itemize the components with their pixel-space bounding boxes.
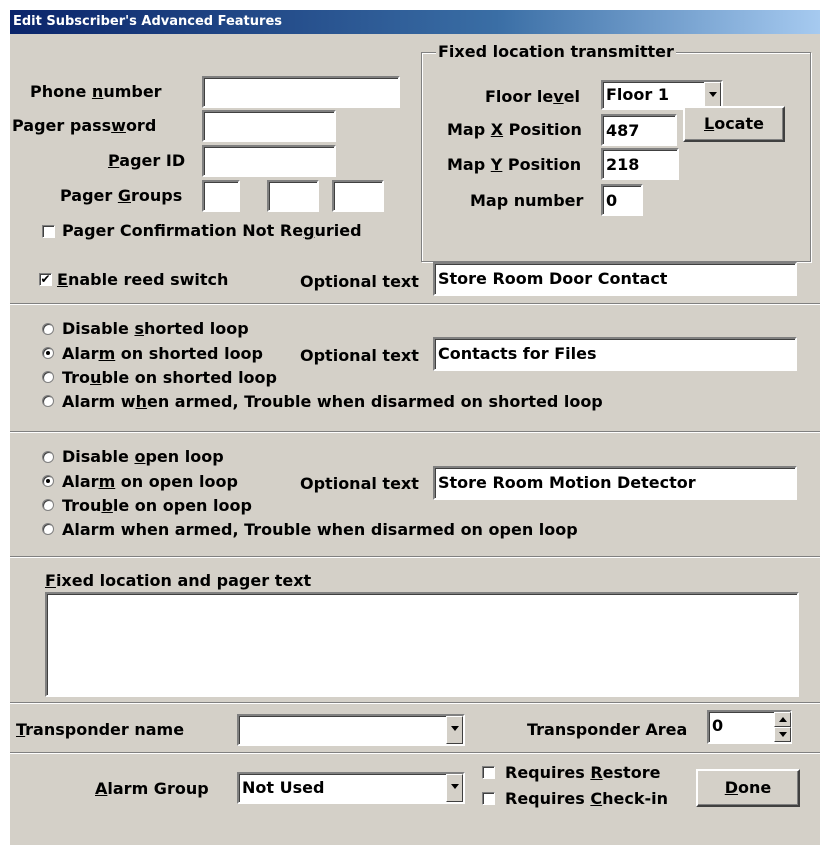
disable-shorted-loop-label: Disable shorted loop bbox=[62, 319, 249, 338]
spin-down-icon[interactable] bbox=[774, 727, 791, 742]
reed-optional-text-input[interactable]: Store Room Door Contact bbox=[433, 262, 797, 296]
separator bbox=[10, 556, 820, 558]
disable-shorted-loop-radio[interactable] bbox=[42, 323, 54, 335]
pager-id-label: Pager ID bbox=[108, 151, 186, 170]
reed-optional-text-label: Optional text bbox=[300, 272, 419, 291]
floor-level-label: Floor level bbox=[485, 87, 580, 106]
pager-password-label: Pager password bbox=[12, 116, 157, 135]
separator bbox=[10, 752, 820, 754]
enable-reed-switch-label: Enable reed switch bbox=[57, 270, 229, 289]
requires-restore-checkbox[interactable] bbox=[482, 766, 495, 779]
transponder-area-label: Transponder Area bbox=[527, 720, 688, 739]
pager-group-2-input[interactable] bbox=[267, 180, 319, 212]
alarm-armed-shorted-loop-label: Alarm when armed, Trouble when disarmed … bbox=[62, 392, 603, 411]
floor-level-dropdown-icon[interactable] bbox=[704, 82, 721, 108]
requires-checkin-label: Requires Check-in bbox=[505, 789, 668, 808]
alarm-shorted-loop-label: Alarm on shorted loop bbox=[62, 344, 263, 363]
phone-number-input[interactable] bbox=[202, 76, 400, 108]
trouble-shorted-loop-radio[interactable] bbox=[42, 371, 54, 383]
alarm-armed-open-loop-label: Alarm when armed, Trouble when disarmed … bbox=[62, 520, 578, 539]
transponder-dropdown-icon[interactable] bbox=[446, 716, 463, 744]
transponder-name-label: Transponder name bbox=[16, 720, 185, 739]
trouble-open-loop-radio[interactable] bbox=[42, 499, 54, 511]
locate-button[interactable]: Locate bbox=[683, 106, 785, 142]
pager-groups-label: Pager Groups bbox=[60, 186, 183, 205]
map-number-input[interactable]: 0 bbox=[601, 184, 643, 216]
alarm-armed-open-loop-radio[interactable] bbox=[42, 523, 54, 535]
checkmark-icon: ✔ bbox=[40, 272, 51, 286]
open-optional-text-label: Optional text bbox=[300, 474, 419, 493]
alarm-open-loop-label: Alarm on open loop bbox=[62, 472, 238, 491]
alarm-group-select[interactable]: Not Used bbox=[237, 772, 465, 804]
pager-password-input[interactable] bbox=[202, 110, 336, 142]
requires-restore-label: Requires Restore bbox=[505, 763, 661, 782]
map-y-input[interactable]: 218 bbox=[601, 148, 679, 180]
separator bbox=[10, 303, 820, 305]
phone-number-label: Phone number bbox=[30, 82, 162, 101]
alarm-group-dropdown-icon[interactable] bbox=[446, 774, 463, 802]
open-optional-text-input[interactable]: Store Room Motion Detector bbox=[433, 466, 797, 500]
pager-confirmation-label: Pager Confirmation Not Reguried bbox=[62, 221, 362, 240]
separator bbox=[10, 702, 820, 704]
requires-checkin-checkbox[interactable] bbox=[482, 792, 495, 805]
alarm-shorted-loop-radio[interactable] bbox=[42, 347, 54, 359]
map-y-label: Map Y Position bbox=[447, 155, 582, 174]
alarm-open-loop-radio[interactable] bbox=[42, 475, 54, 487]
transponder-name-select[interactable] bbox=[237, 714, 465, 746]
trouble-shorted-loop-label: Trouble on shorted loop bbox=[62, 368, 277, 387]
shorted-optional-text-label: Optional text bbox=[300, 346, 419, 365]
map-x-input[interactable]: 487 bbox=[601, 114, 677, 146]
fixed-location-text-label: Fixed location and pager text bbox=[45, 571, 312, 590]
pager-confirmation-checkbox[interactable] bbox=[42, 225, 55, 238]
fixed-location-textarea[interactable] bbox=[45, 592, 799, 697]
trouble-open-loop-label: Trouble on open loop bbox=[62, 496, 252, 515]
enable-reed-switch-checkbox[interactable]: ✔ bbox=[39, 273, 52, 286]
alarm-group-value: Not Used bbox=[242, 778, 325, 797]
map-number-label: Map number bbox=[470, 191, 584, 210]
pager-id-input[interactable] bbox=[202, 145, 336, 177]
title-bar: Edit Subscriber's Advanced Features bbox=[10, 10, 820, 34]
shorted-optional-text-input[interactable]: Contacts for Files bbox=[433, 337, 797, 371]
alarm-armed-shorted-loop-radio[interactable] bbox=[42, 395, 54, 407]
pager-group-3-input[interactable] bbox=[332, 180, 384, 212]
map-x-label: Map X Position bbox=[447, 120, 582, 139]
pager-group-1-input[interactable] bbox=[202, 180, 240, 212]
fixed-location-group-title: Fixed location transmitter bbox=[436, 42, 676, 61]
disable-open-loop-radio[interactable] bbox=[42, 451, 54, 463]
separator bbox=[10, 431, 820, 433]
floor-level-value: Floor 1 bbox=[606, 85, 669, 104]
disable-open-loop-label: Disable open loop bbox=[62, 447, 224, 466]
dialog-window: Edit Subscriber's Advanced Features Phon… bbox=[10, 10, 820, 845]
alarm-group-label: Alarm Group bbox=[95, 779, 209, 798]
done-button[interactable]: Done bbox=[696, 769, 800, 807]
spin-up-icon[interactable] bbox=[774, 712, 791, 727]
